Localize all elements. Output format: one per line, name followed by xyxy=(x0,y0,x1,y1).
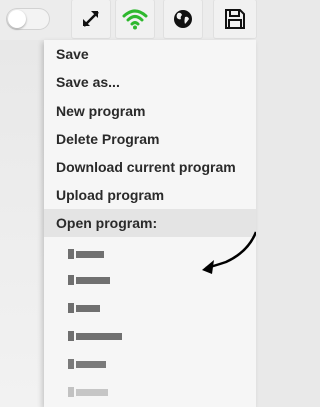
annotation-arrow-icon xyxy=(202,231,256,274)
